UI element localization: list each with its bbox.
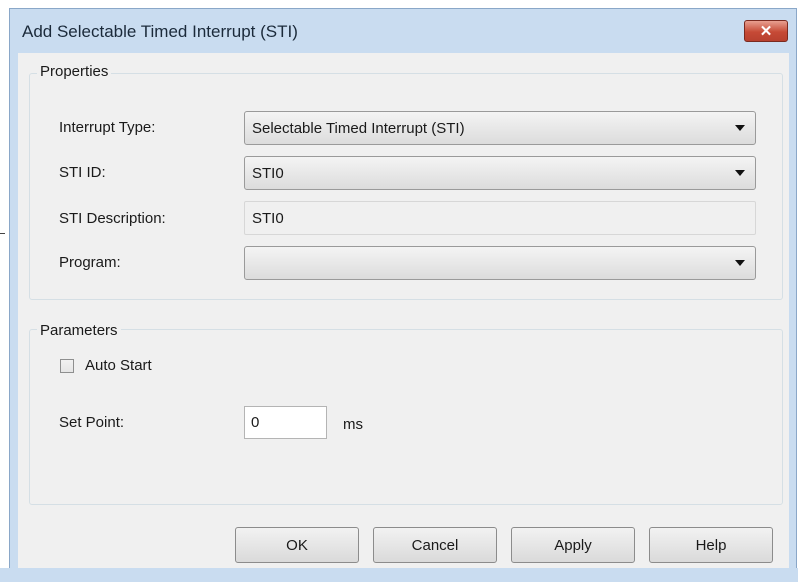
chevron-down-icon [735,125,745,131]
auto-start-checkbox[interactable] [60,359,74,373]
close-button[interactable]: ✕ [744,20,788,42]
chevron-down-icon [735,170,745,176]
apply-button[interactable]: Apply [511,527,635,563]
dialog-body: Properties Interrupt Type: Selectable Ti… [18,53,789,573]
sti-id-selected: STI0 [252,165,284,182]
set-point-label: Set Point: [59,414,125,431]
close-icon: ✕ [759,23,773,40]
dialog-window: Add Selectable Timed Interrupt (STI) ✕ P… [9,8,797,580]
background-edge-mark [0,233,5,234]
sti-description-label: STI Description: [59,210,166,227]
sti-id-dropdown[interactable]: STI0 [244,156,756,190]
ok-button[interactable]: OK [235,527,359,563]
sti-description-value: STI0 [252,210,284,227]
interrupt-type-selected: Selectable Timed Interrupt (STI) [252,120,465,137]
interrupt-type-label: Interrupt Type: [59,119,156,136]
set-point-input[interactable]: 0 [244,406,327,439]
auto-start-label[interactable]: Auto Start [85,357,152,374]
set-point-value: 0 [251,414,260,431]
help-button[interactable]: Help [649,527,773,563]
program-dropdown[interactable] [244,246,756,280]
chevron-down-icon [735,260,745,266]
set-point-unit: ms [343,416,363,433]
parameters-group [29,329,783,505]
title-bar[interactable]: Add Selectable Timed Interrupt (STI) ✕ [10,9,796,54]
properties-group-legend: Properties [37,63,112,80]
sti-description-field: STI0 [244,201,756,235]
parameters-group-legend: Parameters [37,322,121,339]
cancel-button[interactable]: Cancel [373,527,497,563]
program-label: Program: [59,254,121,271]
sti-id-label: STI ID: [59,164,106,181]
interrupt-type-dropdown[interactable]: Selectable Timed Interrupt (STI) [244,111,756,145]
bottom-window-edge [0,568,798,582]
dialog-title: Add Selectable Timed Interrupt (STI) [22,22,298,41]
